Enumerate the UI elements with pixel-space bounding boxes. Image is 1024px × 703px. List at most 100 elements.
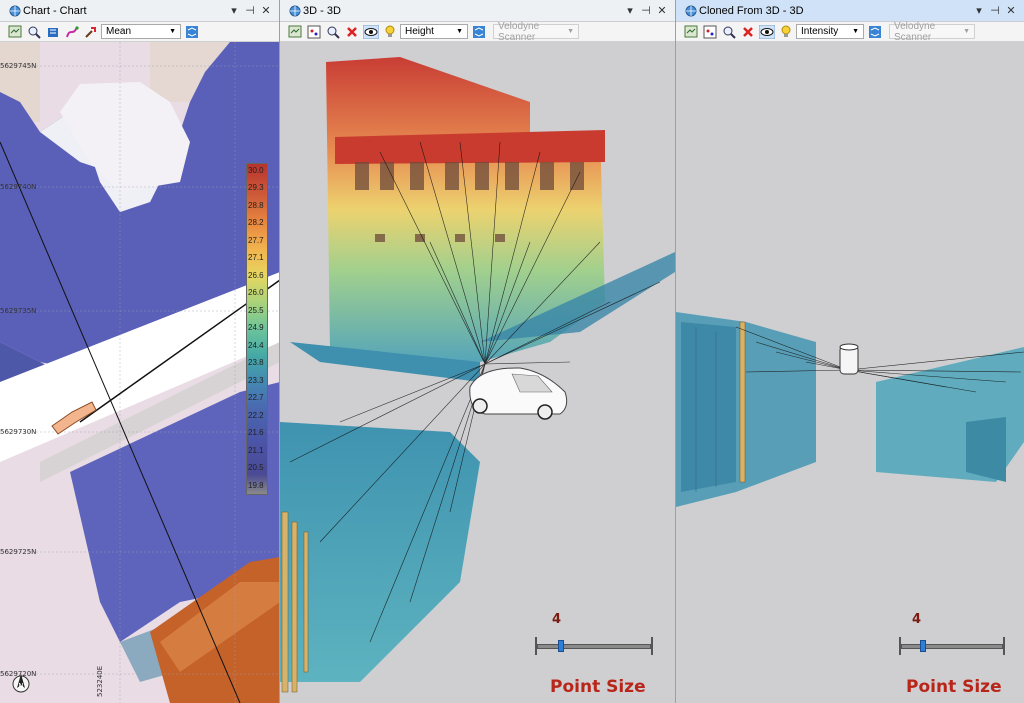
colorbar-tick-label: 20.5: [248, 463, 264, 473]
color-by-value: Intensity: [801, 26, 839, 37]
colorbar-tick-label: 26.6: [248, 270, 264, 280]
pick-icon[interactable]: [82, 24, 99, 40]
northing-label: 5629730N: [0, 428, 37, 436]
view3d-toolbar: Height ▼ Velodyne Scanner ▼: [280, 21, 675, 43]
northing-label: 5629735N: [0, 307, 37, 315]
colorbar-tick-label: 22.2: [248, 410, 264, 420]
slider-thumb[interactable]: [919, 640, 926, 652]
colorbar-tick-label: 21.1: [248, 445, 264, 455]
northing-label: 5629745N: [0, 62, 37, 70]
slider-endcap: [651, 637, 653, 655]
slider-endcap: [1003, 637, 1005, 655]
colorbar-tick-label: 26.0: [248, 288, 264, 298]
eye-icon[interactable]: [362, 24, 379, 40]
clone3d-title: Cloned From 3D - 3D: [699, 4, 804, 17]
globe-icon: [286, 3, 303, 19]
colorbar-labels: 30.0 29.3 28.8 28.2 27.7 27.1 26.6 26.0 25.5 24.9…: [248, 163, 279, 495]
menu-icon[interactable]: ▾: [227, 4, 241, 17]
view3d-titlebar[interactable]: 3D - 3D ▾ ⊣ ✕: [280, 0, 675, 22]
view3d-pointcloud: [280, 57, 675, 693]
zoom-icon[interactable]: [25, 24, 42, 40]
chevron-down-icon: ▼: [963, 28, 970, 35]
menu-icon[interactable]: ▾: [972, 4, 986, 17]
light-icon[interactable]: [777, 24, 794, 40]
slider-thumb[interactable]: [557, 640, 564, 652]
reset-icon[interactable]: [305, 24, 322, 40]
colorbar-tick-label: 24.9: [248, 323, 264, 333]
point-size-slider[interactable]: [899, 637, 1007, 657]
zoom-icon[interactable]: [324, 24, 341, 40]
colorbar-tick-label: 24.4: [248, 340, 264, 350]
layer-icon[interactable]: [6, 24, 23, 40]
color-by-value: Height: [405, 26, 434, 37]
globe-icon: [682, 3, 699, 19]
chevron-down-icon: ▼: [169, 28, 176, 35]
colorbar-tick-label: 23.8: [248, 358, 264, 368]
chart-title: Chart - Chart: [23, 4, 87, 17]
layer-icon[interactable]: [286, 24, 303, 40]
close-icon[interactable]: ✕: [259, 4, 273, 17]
scanner-select[interactable]: Velodyne Scanner ▼: [889, 21, 975, 43]
close-icon[interactable]: ✕: [655, 4, 669, 17]
point-size-value: 4: [912, 612, 922, 627]
colorbar-tick-label: 23.3: [248, 375, 264, 385]
clone3d-viewport[interactable]: 4 Point Size: [676, 42, 1024, 703]
stack-icon[interactable]: [470, 24, 487, 40]
colorbar-tick-label: 22.7: [248, 393, 264, 403]
colorbar-tick-label: 27.7: [248, 235, 264, 245]
colorbar-tick-label: 19.8: [248, 480, 264, 490]
clone3d-panel: Cloned From 3D - 3D ▾ ⊣ ✕ Intensity ▼ Vel…: [676, 0, 1024, 703]
view3d-viewport[interactable]: 4 Point Size: [280, 42, 675, 703]
chart-toolbar: Mean ▼: [0, 22, 279, 42]
clone3d-titlebar[interactable]: Cloned From 3D - 3D ▾ ⊣ ✕: [676, 0, 1024, 22]
scanner-select[interactable]: Velodyne Scanner ▼: [493, 21, 579, 43]
menu-icon[interactable]: ▾: [623, 4, 637, 17]
chevron-down-icon: ▼: [567, 28, 574, 35]
chevron-down-icon: ▼: [456, 28, 463, 35]
view3d-panel: 3D - 3D ▾ ⊣ ✕ Height ▼ Velodyne Scanner ▼: [280, 0, 676, 703]
northing-label: 5629740N: [0, 183, 37, 191]
pin-icon[interactable]: ⊣: [243, 4, 257, 17]
pin-icon[interactable]: ⊣: [988, 4, 1002, 17]
layer-icon[interactable]: [682, 24, 699, 40]
scanner-value: Velodyne Scanner: [894, 20, 936, 43]
pin-icon[interactable]: ⊣: [639, 4, 653, 17]
globe-icon: [6, 3, 23, 19]
zoom-icon[interactable]: [720, 24, 737, 40]
colorbar-tick-label: 28.2: [248, 218, 264, 228]
color-by-select[interactable]: Intensity ▼: [796, 24, 864, 39]
stack-icon[interactable]: [866, 24, 883, 40]
stack-icon[interactable]: [183, 24, 200, 40]
colorbar-tick-label: 30.0: [248, 166, 264, 175]
clone3d-pointcloud: [676, 312, 1024, 507]
point-size-label: Point Size: [906, 677, 1002, 697]
point-size-slider[interactable]: [535, 637, 655, 657]
northing-label: 5629725N: [0, 548, 37, 556]
route-icon[interactable]: [63, 24, 80, 40]
chart-map: [0, 42, 279, 703]
colorbar-tick-label: 21.6: [248, 428, 264, 438]
north-arrow-icon: N: [12, 672, 30, 694]
delete-icon[interactable]: [343, 24, 360, 40]
colorbar-tick-label: 27.1: [248, 253, 264, 263]
chart-titlebar[interactable]: Chart - Chart ▾ ⊣ ✕: [0, 0, 279, 22]
light-icon[interactable]: [381, 24, 398, 40]
point-size-value: 4: [552, 612, 562, 627]
close-icon[interactable]: ✕: [1004, 4, 1018, 17]
pan-icon[interactable]: [44, 24, 61, 40]
slider-track: [901, 644, 1003, 649]
color-by-select[interactable]: Height ▼: [400, 24, 468, 39]
chart-attribute-select[interactable]: Mean ▼: [101, 24, 181, 39]
svg-text:N: N: [18, 682, 23, 690]
reset-icon[interactable]: [701, 24, 718, 40]
scanner-value: Velodyne Scanner: [498, 20, 540, 43]
slider-track: [537, 644, 651, 649]
easting-label: 523240E: [96, 665, 104, 697]
colorbar-tick-label: 28.8: [248, 200, 264, 210]
eye-icon[interactable]: [758, 24, 775, 40]
colorbar-tick-label: 25.5: [248, 305, 264, 315]
chart-attribute-value: Mean: [106, 26, 132, 37]
delete-icon[interactable]: [739, 24, 756, 40]
chevron-down-icon: ▼: [852, 28, 859, 35]
chart-map-view[interactable]: 5629745N 5629740N 5629735N 5629730N 5629…: [0, 42, 279, 703]
